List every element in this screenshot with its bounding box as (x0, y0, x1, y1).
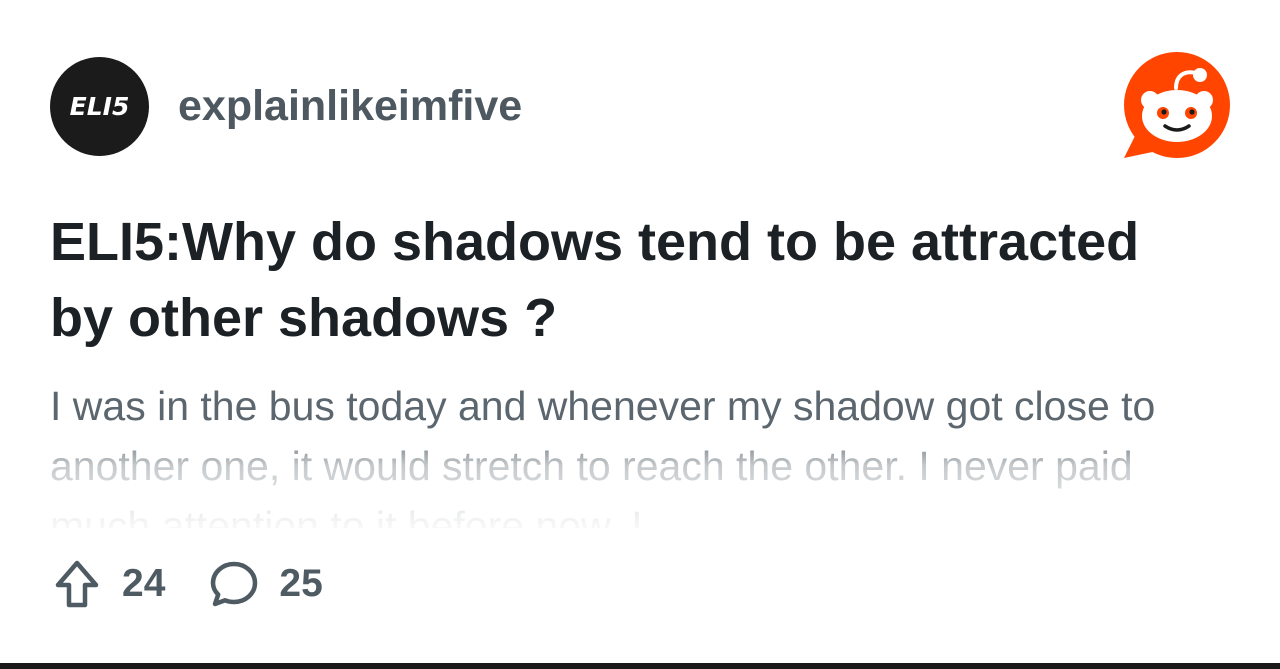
comments-button[interactable]: 25 (209, 559, 323, 609)
avatar-text: ELI5 (69, 91, 130, 121)
comment-bubble-icon (209, 559, 259, 609)
post-card[interactable]: ELI5 explainlikeimfive ELI5:Why do shado… (0, 0, 1280, 669)
post-title[interactable]: ELI5:Why do shadows tend to be attracted… (50, 204, 1170, 356)
reddit-snoo-icon (1124, 52, 1230, 158)
post-header: ELI5 explainlikeimfive (50, 56, 522, 156)
upvote-count: 24 (122, 562, 166, 605)
subreddit-name[interactable]: explainlikeimfive (178, 82, 522, 131)
comment-count: 25 (279, 562, 323, 605)
upvote-arrow-icon (52, 559, 102, 609)
bottom-divider (0, 663, 1280, 669)
post-body-preview: I was in the bus today and whenever my s… (50, 383, 1156, 528)
post-stats: 24 25 (52, 558, 323, 610)
upvote-button[interactable]: 24 (52, 559, 165, 609)
subreddit-avatar[interactable]: ELI5 (50, 56, 149, 156)
